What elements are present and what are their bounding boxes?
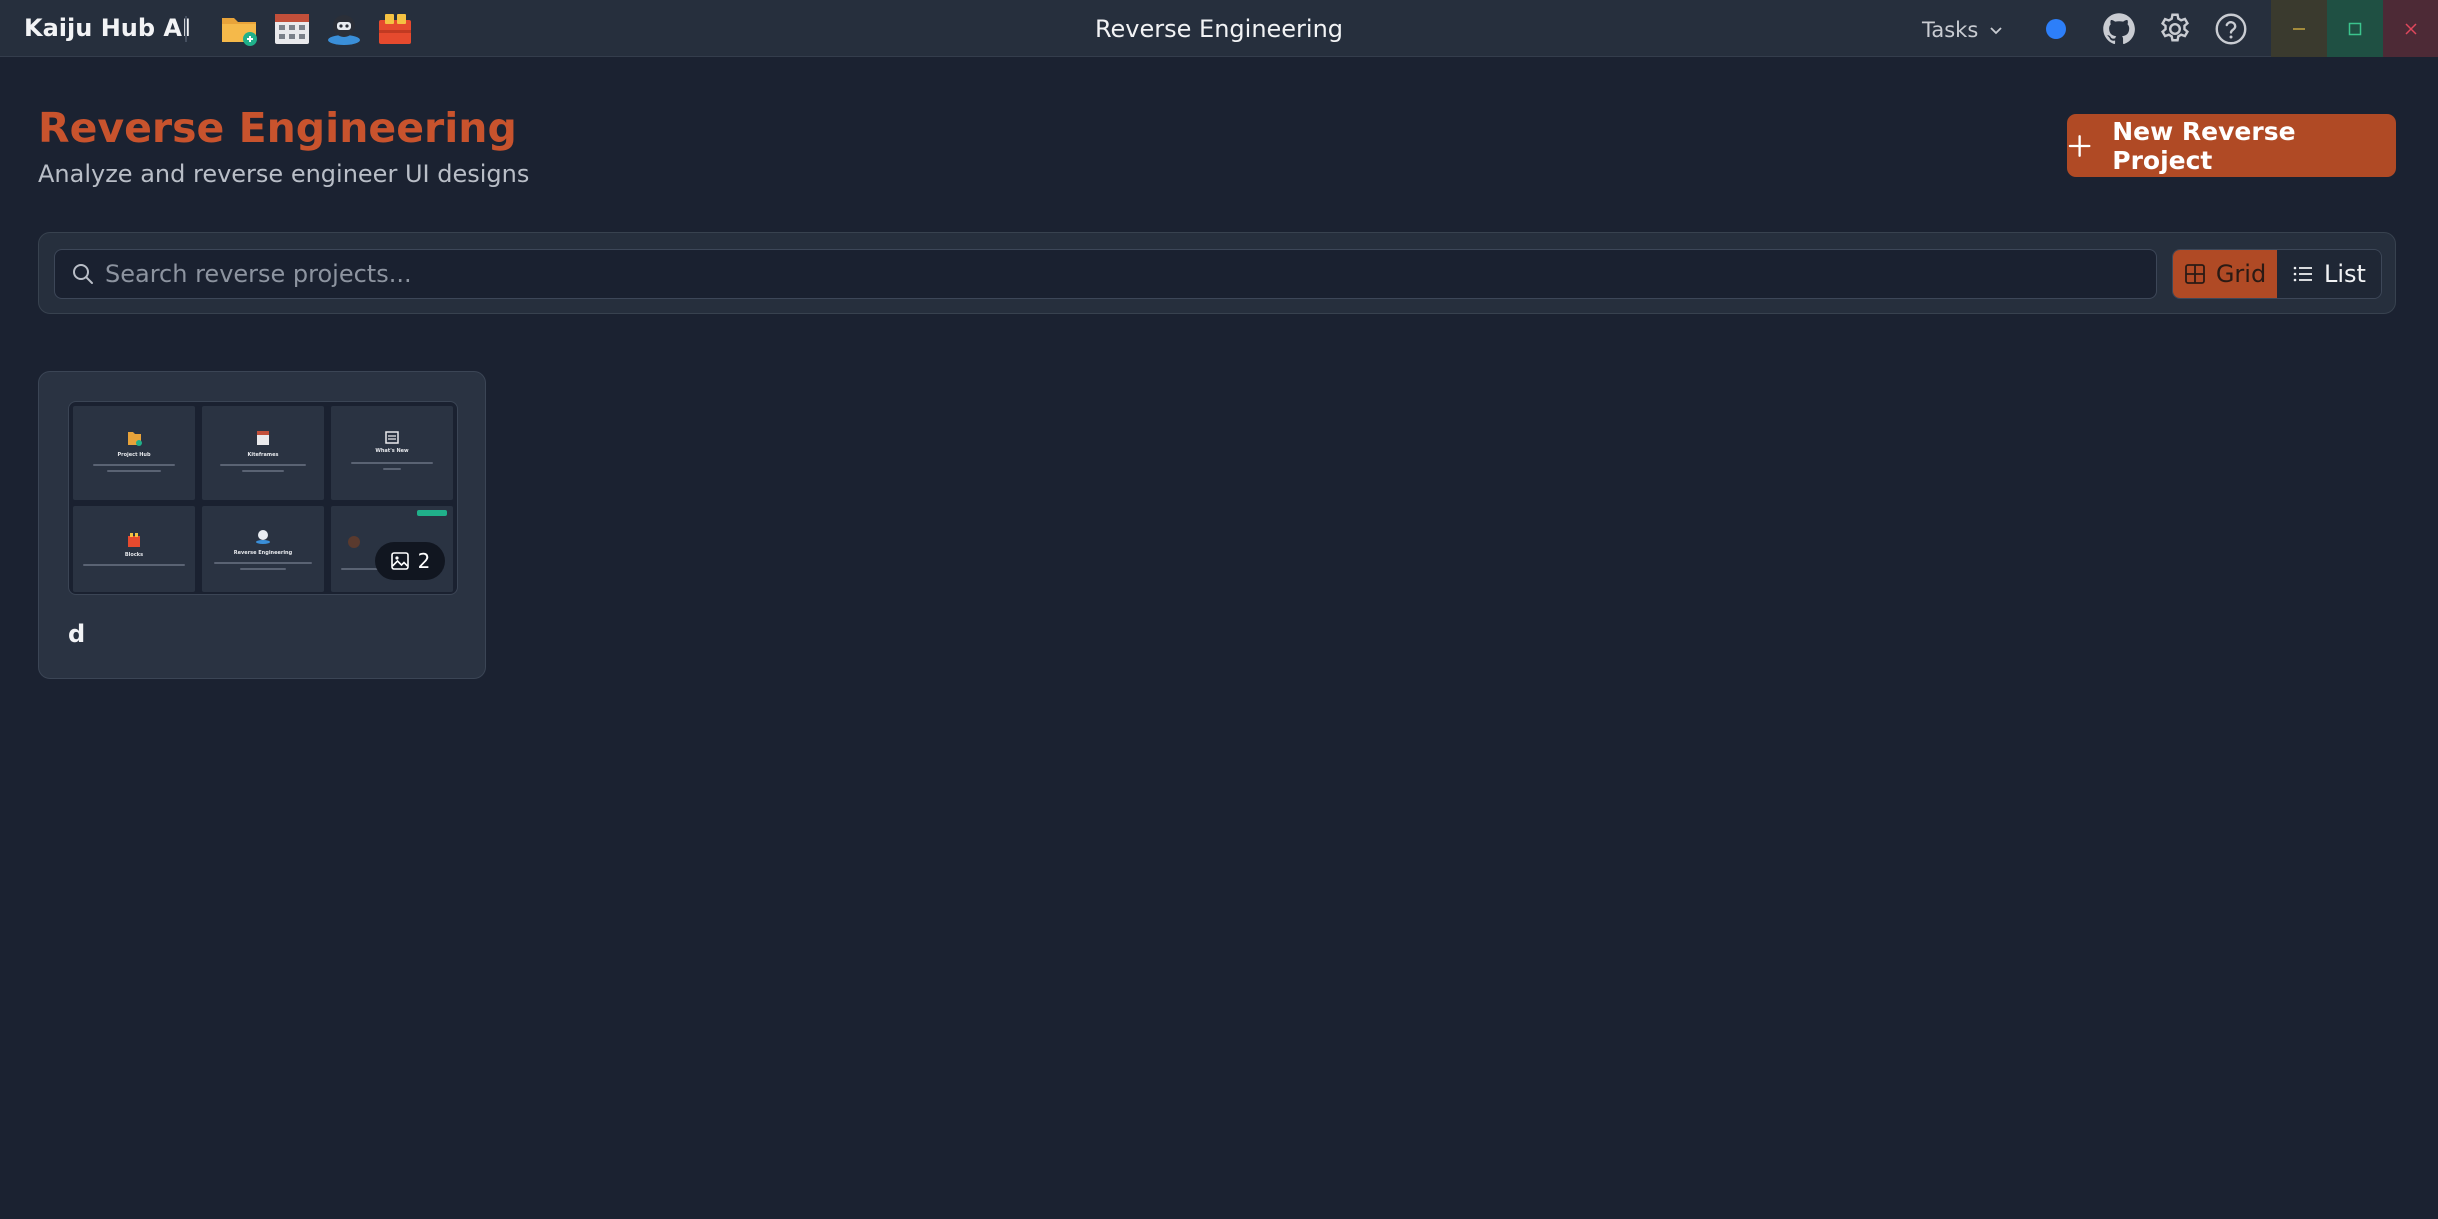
thumbnail-tile-title: Project Hub (117, 452, 151, 458)
blocks-icon (128, 533, 140, 547)
thumbnail-tile: Blocks (73, 506, 195, 592)
calendar-icon (257, 431, 269, 445)
image-count-badge: 2 (375, 542, 445, 580)
view-toggle: Grid List (2172, 249, 2382, 299)
close-icon (2405, 22, 2417, 35)
github-icon[interactable] (2101, 11, 2137, 47)
image-icon (390, 552, 409, 570)
new-reverse-project-label: New Reverse Project (2112, 116, 2296, 175)
maximize-button[interactable] (2327, 0, 2383, 57)
status-indicator (2046, 19, 2066, 39)
thumbnail-tile: Kiteframes (202, 406, 324, 500)
gear-icon[interactable] (2157, 11, 2193, 47)
thumbnail-tile: What's New (331, 406, 453, 500)
tasks-label: Tasks (1922, 18, 1979, 42)
thumbnail-text-line (242, 470, 284, 472)
search-icon (73, 264, 93, 284)
help-icon[interactable] (2213, 11, 2249, 47)
news-icon (385, 431, 399, 444)
title-bar: Kaiju Hub AI Reverse Engineering Tasks (0, 0, 2438, 57)
thumbnail-tile-title: What's New (375, 448, 409, 454)
chevron-down-icon (1990, 27, 2002, 35)
thumbnail-text-line (240, 568, 286, 570)
window-title: Reverse Engineering (1094, 15, 1344, 43)
thumbnail-text-line (83, 564, 185, 566)
thumbnail-text-line (107, 470, 161, 472)
thumbnail-tile-title: Blocks (124, 552, 144, 558)
project-name: d (68, 620, 86, 648)
thumbnail-text-line (93, 464, 175, 466)
image-count: 2 (417, 549, 431, 573)
thumbnail-badge (417, 510, 447, 516)
project-card[interactable]: Project Hub Kiteframes What's New Blocks… (38, 371, 486, 679)
plus-icon (2068, 134, 2091, 157)
search-input[interactable] (105, 250, 2145, 298)
new-reverse-project-button[interactable]: New Reverse Project (2067, 114, 2396, 177)
list-view-button[interactable]: List (2277, 250, 2381, 298)
search-box[interactable] (54, 249, 2157, 299)
list-view-label: List (2324, 260, 2366, 288)
minimize-icon (2293, 27, 2305, 30)
folder-icon (128, 432, 142, 446)
minimize-button[interactable] (2271, 0, 2327, 57)
thumbnail-tile-title: Kiteframes (247, 452, 279, 458)
project-toolbar: Grid List (38, 232, 2396, 314)
project-thumbnail: Project Hub Kiteframes What's New Blocks… (68, 401, 458, 595)
thumbnail-text-line (383, 468, 401, 470)
thumbnail-tile: Project Hub (73, 406, 195, 500)
grid-icon (2184, 264, 2205, 284)
thumbnail-text-line (351, 462, 433, 464)
grid-view-label: Grid (2215, 260, 2267, 288)
grid-view-button[interactable]: Grid (2173, 250, 2277, 298)
thumbnail-text-line (220, 464, 306, 466)
list-icon (2293, 266, 2313, 282)
thumbnail-text-line (214, 562, 312, 564)
close-button[interactable] (2383, 0, 2438, 57)
page-subtitle: Analyze and reverse engineer UI designs (38, 160, 530, 188)
page-title: Reverse Engineering (38, 104, 517, 152)
maximize-icon (2348, 22, 2362, 35)
tasks-dropdown[interactable]: Tasks (1922, 16, 2004, 44)
